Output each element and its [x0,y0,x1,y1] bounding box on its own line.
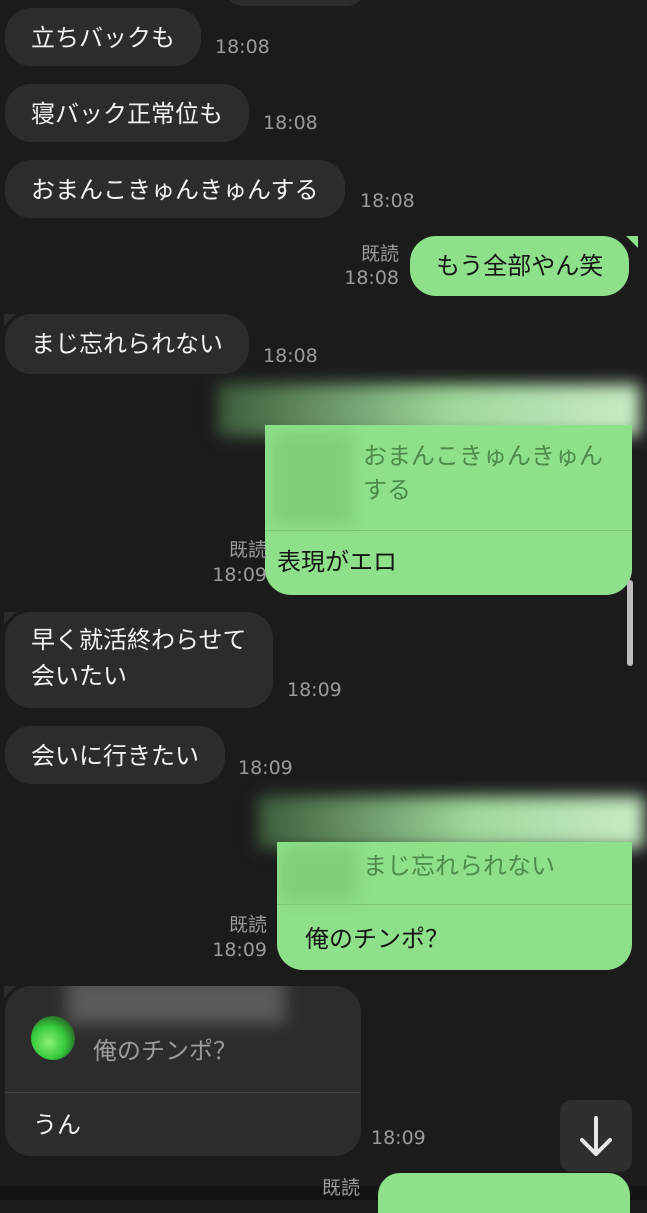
message-text: うん [33,1111,81,1139]
message-bubble[interactable]: おまんこきゅんきゅんする [5,160,345,218]
message-time: 18:09 [371,1127,426,1149]
quoted-message[interactable]: まじ忘れられない [277,842,632,905]
reply-message-bubble[interactable]: まじ忘れられない 俺のチンポ？ [277,842,632,970]
read-receipt: 既読 [360,243,399,265]
message-text: おまんこきゅんきゅんする [31,176,319,204]
message-bubble[interactable]: 早く就活終わらせて 会いたい [5,612,273,708]
scrollbar-thumb[interactable] [627,580,633,666]
reply-message-bubble[interactable]: 俺のチンポ？ うん [5,986,361,1156]
message-bubble[interactable]: 会いに行きたい [5,726,225,784]
message-time: 18:09 [287,679,342,701]
quoted-text: 俺のチンポ？ [93,1037,237,1065]
message-time: 18:08 [360,190,415,212]
blurred-sender-name [67,986,285,1024]
message-bubble[interactable]: 立ちバックも [5,8,201,66]
message-text: 立ちバックも [31,24,175,52]
read-receipt: 既読 [322,1177,361,1199]
message-time: 18:09 [212,564,267,586]
bubble-tail [626,236,638,248]
reply-divider [5,1092,361,1093]
message-bubble[interactable]: 寝バック正常位も [5,84,249,142]
message-text: 会いに行きたい [31,742,199,770]
message-time: 18:08 [344,267,399,289]
message-bubble[interactable]: まじ忘れられない [5,314,249,374]
quoted-text: おまんこきゅんきゅん [363,442,603,470]
message-text: 表現がエロ [277,548,397,576]
message-text: まじ忘れられない [31,330,223,358]
arrow-down-icon [580,1116,612,1156]
read-receipt: 既読 [228,914,267,936]
partial-outgoing-bubble[interactable] [378,1173,630,1213]
message-time: 18:08 [215,36,270,58]
message-text: もう全部やん笑 [436,252,604,280]
user-avatar [31,1016,75,1060]
message-text: 早く就活終わらせて [31,626,247,654]
message-time: 18:09 [212,939,267,961]
quoted-text: まじ忘れられない [363,852,555,880]
message-text: 寝バック正常位も [31,100,223,128]
blurred-sender-name [258,796,644,848]
read-receipt: 既読 [228,539,267,561]
message-bubble[interactable]: もう全部やん笑 [410,236,630,296]
quoted-message[interactable]: おまんこきゅんきゅん する [265,425,632,531]
blurred-avatar [273,433,353,525]
scroll-to-bottom-button[interactable] [560,1100,632,1172]
message-time: 18:09 [238,757,293,779]
message-text: 俺のチンポ？ [305,925,449,953]
reply-message-bubble[interactable]: おまんこきゅんきゅん する 表現がエロ [265,425,632,595]
quoted-text: する [363,476,411,504]
message-time: 18:08 [263,345,318,367]
message-time: 18:08 [263,112,318,134]
message-text: 会いたい [31,662,127,690]
blurred-avatar [281,846,357,902]
partial-top-bubble [225,0,365,6]
